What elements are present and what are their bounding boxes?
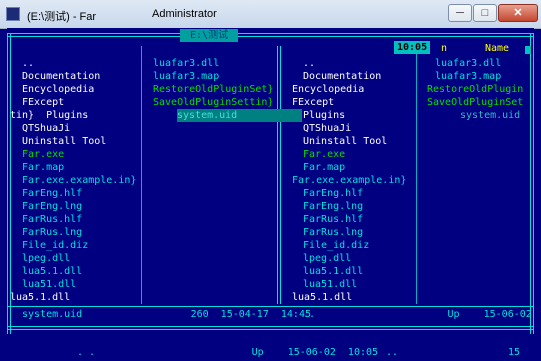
- scrollbar-thumb[interactable]: [525, 46, 531, 54]
- panel-sep: [277, 46, 278, 304]
- far-console[interactable]: E:\测试 10:05 n Name .. Documentation Ency…: [7, 28, 534, 361]
- right-row-7[interactable]: Far.exe: [303, 148, 345, 161]
- left-row-14[interactable]: File_id.diz: [22, 239, 88, 252]
- left-row-0[interactable]: ..: [22, 57, 34, 70]
- panel-sep-2: [280, 46, 281, 304]
- right-row-1[interactable]: Documentation: [303, 70, 381, 83]
- left-row-18[interactable]: lua5.1.dll: [10, 291, 70, 304]
- left-col2-row-0[interactable]: luafar3.dll: [153, 57, 219, 70]
- window-user: Administrator: [152, 8, 217, 20]
- right-row-6[interactable]: Uninstall Tool: [303, 135, 387, 148]
- left-row-11[interactable]: FarEng.lng: [22, 200, 82, 213]
- far-window: (E:\测试) - Far Administrator ─ □ ✕ E:\测试 …: [0, 0, 541, 361]
- left-row-13[interactable]: FarRus.lng: [22, 226, 82, 239]
- left-row-8[interactable]: Far.map: [22, 161, 64, 174]
- right-row-9[interactable]: Far.exe.example.in}: [292, 174, 406, 187]
- left-status: system.uid 260 15-04-17 14:45: [22, 309, 311, 320]
- right-col2-row-1[interactable]: luafar3.map: [435, 70, 501, 83]
- right-row-0[interactable]: ..: [303, 57, 315, 70]
- title-bar[interactable]: (E:\测试) - Far Administrator ─ □ ✕: [0, 0, 541, 29]
- right-row-13[interactable]: FarRus.lng: [303, 226, 363, 239]
- right-border-2: [533, 34, 534, 334]
- left-row-12[interactable]: FarRus.hlf: [22, 213, 82, 226]
- left-row-1[interactable]: Documentation: [22, 70, 100, 83]
- left-bottom-info: . . Up 15-06-02 10:05: [77, 347, 379, 358]
- right-col2-row-4[interactable]: system.uid: [460, 109, 520, 122]
- right-row-18[interactable]: lua5.1.dll: [292, 291, 352, 304]
- status-bottom: [7, 326, 534, 327]
- right-row-14[interactable]: File_id.diz: [303, 239, 369, 252]
- left-row-5[interactable]: QTShuaJi: [22, 122, 70, 135]
- window-title: (E:\测试) - Far: [27, 11, 97, 23]
- left-border: [7, 34, 8, 334]
- right-col2-row-3[interactable]: SaveOldPluginSet: [427, 96, 523, 109]
- left-border-2: [10, 34, 11, 334]
- right-header-n: n: [441, 43, 448, 54]
- left-row-6[interactable]: Uninstall Tool: [22, 135, 106, 148]
- left-row-16[interactable]: lua5.1.dll: [22, 265, 82, 278]
- right-row-2[interactable]: Encyclopedia: [292, 83, 364, 96]
- left-panel-path: E:\测试: [180, 29, 239, 42]
- right-row-4[interactable]: Plugins: [303, 109, 345, 122]
- left-row-4[interactable]: tin} Plugins: [10, 109, 88, 122]
- right-border: [530, 34, 531, 334]
- close-button[interactable]: ✕: [498, 4, 538, 22]
- right-status: .. Up 15-06-02 10:: [303, 309, 532, 320]
- far-app-icon: [6, 7, 20, 21]
- bottom-right-value: 15: [508, 347, 521, 358]
- left-col-sep: [141, 46, 142, 304]
- status-separator: [7, 306, 534, 307]
- left-row-17[interactable]: lua51.dll: [22, 278, 76, 291]
- left-col2-row-2[interactable]: RestoreOldPluginSet}: [153, 83, 273, 96]
- left-row-7[interactable]: Far.exe: [22, 148, 64, 161]
- left-row-2[interactable]: Encyclopedia: [22, 83, 94, 96]
- right-row-16[interactable]: lua5.1.dll: [303, 265, 363, 278]
- left-row-15[interactable]: lpeg.dll: [22, 252, 70, 265]
- right-row-15[interactable]: lpeg.dll: [303, 252, 351, 265]
- right-row-5[interactable]: QTShuaJi: [303, 122, 351, 135]
- right-row-10[interactable]: FarEng.hlf: [303, 187, 363, 200]
- left-row-9[interactable]: Far.exe.example.in}: [22, 174, 136, 187]
- maximize-button[interactable]: □: [473, 4, 497, 22]
- clock: 10:05: [394, 41, 431, 54]
- right-col-sep: [416, 46, 417, 304]
- left-col2-row-4-selected[interactable]: system.uid: [177, 109, 302, 122]
- left-row-3[interactable]: FExcept: [22, 96, 64, 109]
- left-col2-row-3[interactable]: SaveOldPluginSettin}: [153, 96, 273, 109]
- status-bottom-2: [7, 329, 534, 330]
- left-row-10[interactable]: FarEng.hlf: [22, 187, 82, 200]
- right-col2-row-2[interactable]: RestoreOldPlugin: [427, 83, 523, 96]
- top-border: [7, 33, 534, 34]
- minimize-button[interactable]: ─: [448, 4, 472, 22]
- right-row-11[interactable]: FarEng.lng: [303, 200, 363, 213]
- left-col2-row-1[interactable]: luafar3.map: [153, 70, 219, 83]
- right-row-12[interactable]: FarRus.hlf: [303, 213, 363, 226]
- right-row-17[interactable]: lua51.dll: [303, 278, 357, 291]
- right-row-8[interactable]: Far.map: [303, 161, 345, 174]
- right-col2-row-0[interactable]: luafar3.dll: [435, 57, 501, 70]
- top-border-2: [7, 36, 534, 37]
- right-row-3[interactable]: FExcept: [292, 96, 334, 109]
- right-header-name: Name: [485, 43, 510, 54]
